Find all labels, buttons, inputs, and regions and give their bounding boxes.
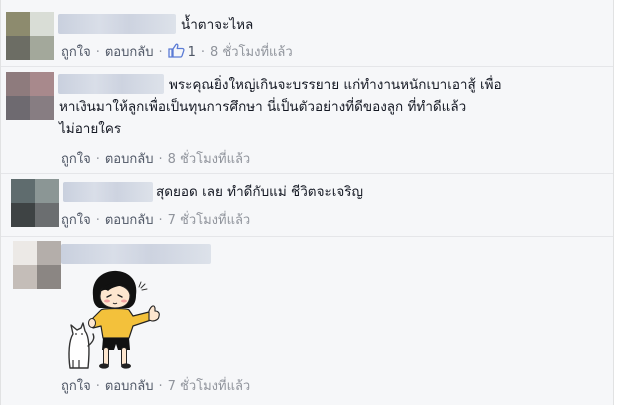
commenter-name[interactable]: [58, 14, 176, 34]
separator: ·: [158, 213, 163, 228]
like-link[interactable]: ถูกใจ: [61, 379, 91, 394]
like-link[interactable]: ถูกใจ: [61, 152, 91, 167]
cat-icon: [68, 322, 95, 369]
comment-text: พระคุณยิ่งใหญ่เกินจะบรรยาย แก่ทำงานหนักเ…: [169, 74, 502, 96]
avatar[interactable]: [6, 12, 54, 60]
comment-text-line: หาเงินมาให้ลูกเพื่อเป็นทุนการศึกษา นี่เป…: [59, 99, 467, 115]
sticker-girl-thumbs-up-icon: [68, 270, 160, 369]
avatar[interactable]: [11, 179, 59, 227]
separator: ·: [95, 213, 100, 228]
like-link[interactable]: ถูกใจ: [61, 45, 91, 60]
timestamp[interactable]: 7 ชั่วโมงที่แล้ว: [168, 213, 251, 228]
comment-text: หาเงินมาให้ลูกเพื่อเป็นทุนการศึกษา นี่เป…: [59, 96, 466, 118]
comment-item: พระคุณยิ่งใหญ่เกินจะบรรยาย แก่ทำงานหนักเ…: [1, 66, 613, 174]
like-link[interactable]: ถูกใจ: [61, 213, 91, 228]
comments-panel: น้ำตาจะไหล ถูกใจ · ตอบกลับ · 1 · 8 ชั่วโมงที่แ…: [0, 0, 614, 405]
avatar[interactable]: [6, 72, 54, 120]
timestamp[interactable]: 8 ชั่วโมงที่แล้ว: [168, 152, 251, 167]
comment-text: สุดยอด เลย ทำดีกับแม่ ชีวิตจะเจริญ: [156, 181, 363, 203]
comment-text-line: น้ำตาจะไหล: [181, 17, 254, 33]
reply-link[interactable]: ตอบกลับ: [105, 45, 154, 60]
comment-item: สุดยอด เลย ทำดีกับแม่ ชีวิตจะเจริญ ถูกใจ…: [1, 173, 613, 237]
timestamp[interactable]: 7 ชั่วโมงที่แล้ว: [168, 379, 251, 394]
comment-meta: ถูกใจ · ตอบกลับ · 8 ชั่วโมงที่แล้ว: [61, 148, 250, 169]
comment-item: น้ำตาจะไหล ถูกใจ · ตอบกลับ · 1 · 8 ชั่วโมงที่แ…: [1, 0, 613, 67]
avatar[interactable]: [13, 241, 61, 289]
comment-text-line: ไม่อายใคร: [59, 121, 122, 137]
comment-meta: ถูกใจ · ตอบกลับ · 7 ชั่วโมงที่แล้ว: [61, 209, 250, 230]
like-count: 1: [187, 45, 196, 60]
reply-link[interactable]: ตอบกลับ: [105, 152, 154, 167]
separator: ·: [158, 379, 163, 394]
separator: ·: [158, 45, 163, 60]
separator: ·: [95, 379, 100, 394]
separator: ·: [158, 152, 163, 167]
separator: ·: [95, 45, 100, 60]
separator: ·: [200, 45, 206, 60]
comment-text-line: สุดยอด เลย ทำดีกับแม่ ชีวิตจะเจริญ: [156, 184, 364, 200]
commenter-name[interactable]: [61, 244, 211, 264]
separator: ·: [95, 152, 100, 167]
comment-meta: ถูกใจ · ตอบกลับ · 7 ชั่วโมงที่แล้ว: [61, 375, 250, 396]
comment-text: น้ำตาจะไหล: [181, 14, 253, 36]
commenter-name[interactable]: [63, 182, 153, 202]
commenter-name[interactable]: [58, 74, 164, 94]
reply-link[interactable]: ตอบกลับ: [105, 379, 154, 394]
comment-text: ไม่อายใคร: [59, 118, 121, 140]
comment-meta: ถูกใจ · ตอบกลับ · 1 · 8 ชั่วโมงที่แล้ว: [61, 41, 293, 62]
like-count-button[interactable]: 1: [167, 43, 196, 60]
thumbs-up-icon: [167, 43, 185, 58]
timestamp[interactable]: 8 ชั่วโมงที่แล้ว: [210, 45, 293, 60]
comment-text-line: พระคุณยิ่งใหญ่เกินจะบรรยาย แก่ทำงานหนักเ…: [169, 77, 502, 93]
reply-link[interactable]: ตอบกลับ: [105, 213, 154, 228]
